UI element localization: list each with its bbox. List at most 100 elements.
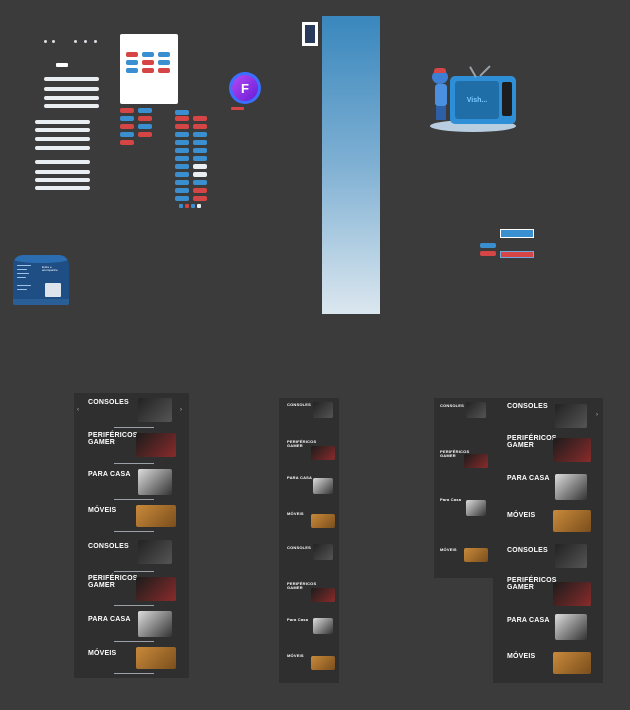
carousel-right-arrow[interactable]: › [596, 412, 598, 418]
grid-btn-7[interactable] [120, 132, 134, 137]
carousel-left-arrow[interactable]: ‹ [77, 407, 79, 413]
col-btn-8[interactable] [175, 140, 189, 145]
category-title: PERIFÉRICOS GAMER [88, 575, 138, 589]
divider [114, 641, 154, 642]
search-bar-8[interactable] [35, 146, 90, 150]
footer-wave [13, 255, 69, 263]
grid-btn-8[interactable] [138, 132, 152, 137]
search-bar-10[interactable] [35, 170, 90, 174]
grid-btn-5[interactable] [120, 124, 134, 129]
footer-link-2[interactable] [17, 269, 27, 270]
category-title: CONSOLES [507, 403, 548, 410]
col-btn-14[interactable] [175, 164, 189, 169]
search-bar-2[interactable] [44, 87, 99, 91]
col-btn-23[interactable] [193, 196, 207, 201]
heart-icon[interactable] [94, 40, 97, 43]
robot-mascot [432, 68, 450, 122]
user-icon[interactable] [74, 40, 77, 43]
col-btn-16[interactable] [175, 172, 189, 177]
footer-link-3[interactable] [17, 273, 29, 274]
col-btn-21[interactable] [193, 188, 207, 193]
col-btn-11[interactable] [193, 148, 207, 153]
modal-btn-3[interactable] [158, 52, 170, 57]
footer-link-5[interactable] [17, 285, 31, 286]
tv-antenna-2 [479, 65, 491, 77]
col-btn-4[interactable] [175, 124, 189, 129]
appliance-image [466, 500, 486, 516]
col-btn-5[interactable] [193, 124, 207, 129]
modal-btn-2[interactable] [142, 52, 154, 57]
grid-btn-6[interactable] [138, 124, 152, 129]
appliance-image [555, 614, 587, 640]
furniture-image [136, 505, 176, 527]
console-image [138, 540, 172, 564]
modal-btn-7[interactable] [126, 68, 138, 73]
page-dot-1[interactable] [179, 204, 183, 208]
search-bar-3[interactable] [44, 96, 99, 100]
phone-thumbnail-screen [305, 25, 315, 43]
footer-link-1[interactable] [17, 265, 31, 266]
grid-btn-9[interactable] [120, 140, 134, 145]
console-image [555, 404, 587, 428]
avatar-inner: F [232, 75, 258, 101]
category-board-c: CONSOLES PERIFÉRICOS GAMER Para Casa MÓV… [434, 398, 494, 578]
col-btn-1[interactable] [175, 110, 189, 115]
robot-body [435, 84, 447, 106]
col-btn-19[interactable] [193, 180, 207, 185]
input-field[interactable] [500, 251, 534, 258]
modal-btn-9[interactable] [158, 68, 170, 73]
grid-btn-3[interactable] [120, 116, 134, 121]
tv-screen: Vish... [455, 81, 499, 119]
modal-btn-1[interactable] [126, 52, 138, 57]
header-icons-row [44, 38, 104, 46]
modal-btn-6[interactable] [158, 60, 170, 65]
search-icon[interactable] [52, 40, 55, 43]
pagination-dots[interactable] [179, 204, 203, 208]
furniture-image [136, 647, 176, 669]
modal-btn-8[interactable] [142, 68, 154, 73]
footer-link-4[interactable] [17, 277, 26, 278]
search-bar-7[interactable] [35, 137, 90, 141]
search-bar-9[interactable] [35, 160, 90, 164]
col-btn-7[interactable] [193, 132, 207, 137]
col-btn-22[interactable] [175, 196, 189, 201]
page-dot-3[interactable] [191, 204, 195, 208]
col-btn-10[interactable] [175, 148, 189, 153]
carousel-right-arrow[interactable]: › [180, 407, 182, 413]
modal-btn-5[interactable] [142, 60, 154, 65]
col-btn-17[interactable] [193, 172, 207, 177]
grid-btn-2[interactable] [138, 108, 152, 113]
col-btn-6[interactable] [175, 132, 189, 137]
col-btn-2[interactable] [175, 116, 189, 121]
menu-icon[interactable] [44, 40, 47, 43]
avatar[interactable]: F [229, 72, 261, 104]
search-chip[interactable] [56, 63, 68, 67]
divider [114, 673, 154, 674]
search-bar-12[interactable] [35, 186, 90, 190]
category-title: PARA CASA [507, 617, 550, 624]
grid-btn-4[interactable] [138, 116, 152, 121]
keyboard-image [311, 588, 335, 602]
select-field[interactable] [500, 229, 534, 238]
cart-icon[interactable] [84, 40, 87, 43]
page-dot-4[interactable] [197, 204, 201, 208]
col-btn-20[interactable] [175, 188, 189, 193]
category-title: PERIFÉRICOS GAMER [507, 577, 557, 591]
col-btn-13[interactable] [193, 156, 207, 161]
keyboard-image [311, 446, 335, 460]
search-bar-6[interactable] [35, 128, 90, 132]
search-bar-5[interactable] [35, 120, 90, 124]
col-btn-3[interactable] [193, 116, 207, 121]
col-btn-9[interactable] [193, 140, 207, 145]
col-btn-18[interactable] [175, 180, 189, 185]
divider [114, 605, 154, 606]
footer-link-6[interactable] [17, 289, 27, 290]
search-bar-4[interactable] [44, 104, 99, 108]
col-btn-15[interactable] [193, 164, 207, 169]
search-bar-1[interactable] [44, 77, 99, 81]
modal-btn-4[interactable] [126, 60, 138, 65]
col-btn-12[interactable] [175, 156, 189, 161]
grid-btn-1[interactable] [120, 108, 134, 113]
search-bar-11[interactable] [35, 178, 90, 182]
page-dot-2[interactable] [185, 204, 189, 208]
